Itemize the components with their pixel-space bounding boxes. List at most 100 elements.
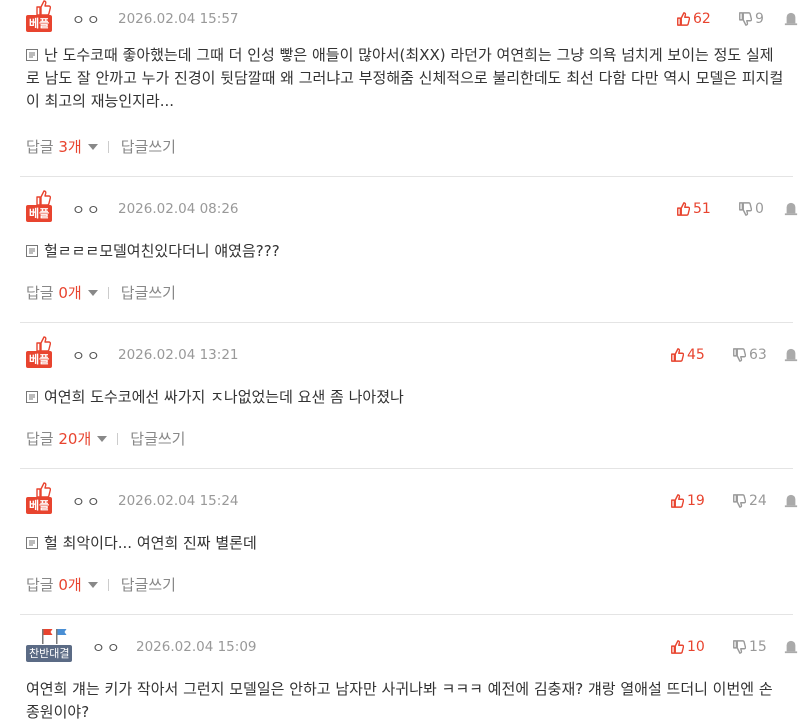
downvote-button[interactable]: 63 <box>732 347 767 363</box>
downvote-count: 9 <box>755 11 764 27</box>
comment-footer: 답글 0개 답글쓰기 <box>26 574 176 595</box>
comment-header: 베플 ㅇㅇ 2026.02.04 13:21 45 63 <box>26 336 800 370</box>
divider <box>20 176 793 177</box>
comment-text: 헐 최악이다... 여연희 진짜 별론데 <box>44 534 257 552</box>
comment-body: 여연희 도수코에선 싸가지 ㅈ나없었는데 요샌 좀 나아졌나 <box>26 386 786 409</box>
report-icon[interactable] <box>784 202 798 216</box>
memo-icon <box>26 537 38 549</box>
vote-area: 62 9 <box>656 11 800 29</box>
best-badge: 베플 <box>26 482 58 516</box>
comment-text: 헐ㄹㄹㄹ모델여친있다더니 얘였음??? <box>44 242 280 260</box>
divider <box>117 433 119 445</box>
memo-icon <box>26 245 38 257</box>
divider <box>20 468 793 469</box>
reply-count: 20개 <box>58 430 92 448</box>
comment-header: 찬반대결 ㅇㅇ 2026.02.04 15:09 10 15 <box>26 628 800 662</box>
comment-footer: 답글 20개 답글쓰기 <box>26 428 185 449</box>
thumb-up-icon <box>671 348 684 362</box>
reply-label: 답글 <box>26 138 54 156</box>
comment-body: 난 도수코때 좋아했는데 그때 더 인성 빻은 애들이 많아서(최XX) 라던가… <box>26 44 786 113</box>
upvote-button[interactable]: 45 <box>670 347 705 363</box>
divider <box>20 322 793 323</box>
thumb-up-icon <box>36 0 51 16</box>
upvote-button[interactable]: 62 <box>676 11 711 27</box>
vote-area: 51 0 <box>656 201 800 219</box>
comment-item: 베플 ㅇㅇ 2026.02.04 15:24 19 24 헐 최악이다... 여… <box>0 482 800 614</box>
upvote-button[interactable]: 10 <box>670 639 705 655</box>
debate-badge: 찬반대결 <box>26 628 73 662</box>
comment-footer: 답글 0개 답글쓰기 <box>26 282 176 303</box>
comment-item: 베플 ㅇㅇ 2026.02.04 15:57 62 9 난 도수코때 좋아했는데… <box>0 0 800 176</box>
comment-list: 베플 ㅇㅇ 2026.02.04 15:57 62 9 난 도수코때 좋아했는데… <box>0 0 800 727</box>
flag-icon <box>42 629 67 644</box>
thumb-up-icon <box>36 190 51 206</box>
thumb-up-icon <box>671 640 684 654</box>
reply-count: 0개 <box>58 284 82 302</box>
memo-icon <box>26 49 38 61</box>
downvote-button[interactable]: 24 <box>732 493 767 509</box>
chevron-down-icon <box>97 436 108 442</box>
nickname[interactable]: ㅇㅇ <box>92 638 122 658</box>
reply-toggle[interactable]: 답글 3개 <box>26 138 106 156</box>
report-icon[interactable] <box>784 640 798 654</box>
upvote-button[interactable]: 51 <box>676 201 711 217</box>
write-reply-button[interactable]: 답글쓰기 <box>121 576 176 594</box>
write-reply-button[interactable]: 답글쓰기 <box>121 138 176 156</box>
comment-date: 2026.02.04 13:21 <box>118 347 239 363</box>
thumb-up-icon <box>677 202 690 216</box>
upvote-count: 51 <box>693 201 711 217</box>
comment-date: 2026.02.04 15:09 <box>136 639 257 655</box>
comment-body: 헐ㄹㄹㄹ모델여친있다더니 얘였음??? <box>26 240 786 263</box>
nickname[interactable]: ㅇㅇ <box>72 492 102 512</box>
reply-label: 답글 <box>26 430 54 448</box>
divider <box>107 287 109 299</box>
reply-toggle[interactable]: 답글 0개 <box>26 284 106 302</box>
report-icon[interactable] <box>784 494 798 508</box>
reply-toggle[interactable]: 답글 20개 <box>26 430 115 448</box>
best-label: 베플 <box>26 205 53 222</box>
divider <box>107 141 109 153</box>
comment-date: 2026.02.04 15:57 <box>118 11 239 27</box>
best-badge: 베플 <box>26 0 58 34</box>
write-reply-button[interactable]: 답글쓰기 <box>130 430 185 448</box>
nickname[interactable]: ㅇㅇ <box>72 200 102 220</box>
thumb-down-icon <box>733 348 746 362</box>
comment-item: 베플 ㅇㅇ 2026.02.04 13:21 45 63 여연희 도수코에선 싸… <box>0 336 800 468</box>
upvote-count: 62 <box>693 11 711 27</box>
comment-header: 베플 ㅇㅇ 2026.02.04 15:24 19 24 <box>26 482 800 516</box>
comment-header: 베플 ㅇㅇ 2026.02.04 15:57 62 9 <box>26 0 800 34</box>
best-label: 베플 <box>26 497 53 514</box>
nickname[interactable]: ㅇㅇ <box>72 10 102 30</box>
downvote-button[interactable]: 0 <box>738 201 764 217</box>
nickname[interactable]: ㅇㅇ <box>72 346 102 366</box>
best-label: 베플 <box>26 15 53 32</box>
best-label: 베플 <box>26 351 53 368</box>
memo-icon <box>26 391 38 403</box>
thumb-up-icon <box>36 336 51 352</box>
divider <box>107 579 109 591</box>
reply-toggle[interactable]: 답글 0개 <box>26 576 106 594</box>
write-reply-button[interactable]: 답글쓰기 <box>121 284 176 302</box>
upvote-count: 19 <box>687 493 705 509</box>
downvote-button[interactable]: 15 <box>732 639 767 655</box>
comment-body: 헐 최악이다... 여연희 진짜 별론데 <box>26 532 786 555</box>
reply-count: 0개 <box>58 576 82 594</box>
best-badge: 베플 <box>26 336 58 370</box>
report-icon[interactable] <box>784 348 798 362</box>
vote-area: 10 15 <box>650 639 800 657</box>
vote-area: 19 24 <box>650 493 800 511</box>
thumb-down-icon <box>733 494 746 508</box>
thumb-down-icon <box>739 12 752 26</box>
comment-header: 베플 ㅇㅇ 2026.02.04 08:26 51 0 <box>26 190 800 224</box>
chevron-down-icon <box>87 144 98 150</box>
comment-footer: 답글 3개 답글쓰기 <box>26 136 176 157</box>
report-icon[interactable] <box>784 12 798 26</box>
comment-text: 여연희 걔는 키가 작아서 그런지 모델일은 안하고 남자만 사귀나봐 ㅋㅋㅋ … <box>26 680 773 721</box>
upvote-count: 45 <box>687 347 705 363</box>
vote-area: 45 63 <box>650 347 800 365</box>
downvote-count: 24 <box>749 493 767 509</box>
downvote-button[interactable]: 9 <box>738 11 764 27</box>
upvote-button[interactable]: 19 <box>670 493 705 509</box>
upvote-count: 10 <box>687 639 705 655</box>
debate-label: 찬반대결 <box>26 645 73 662</box>
